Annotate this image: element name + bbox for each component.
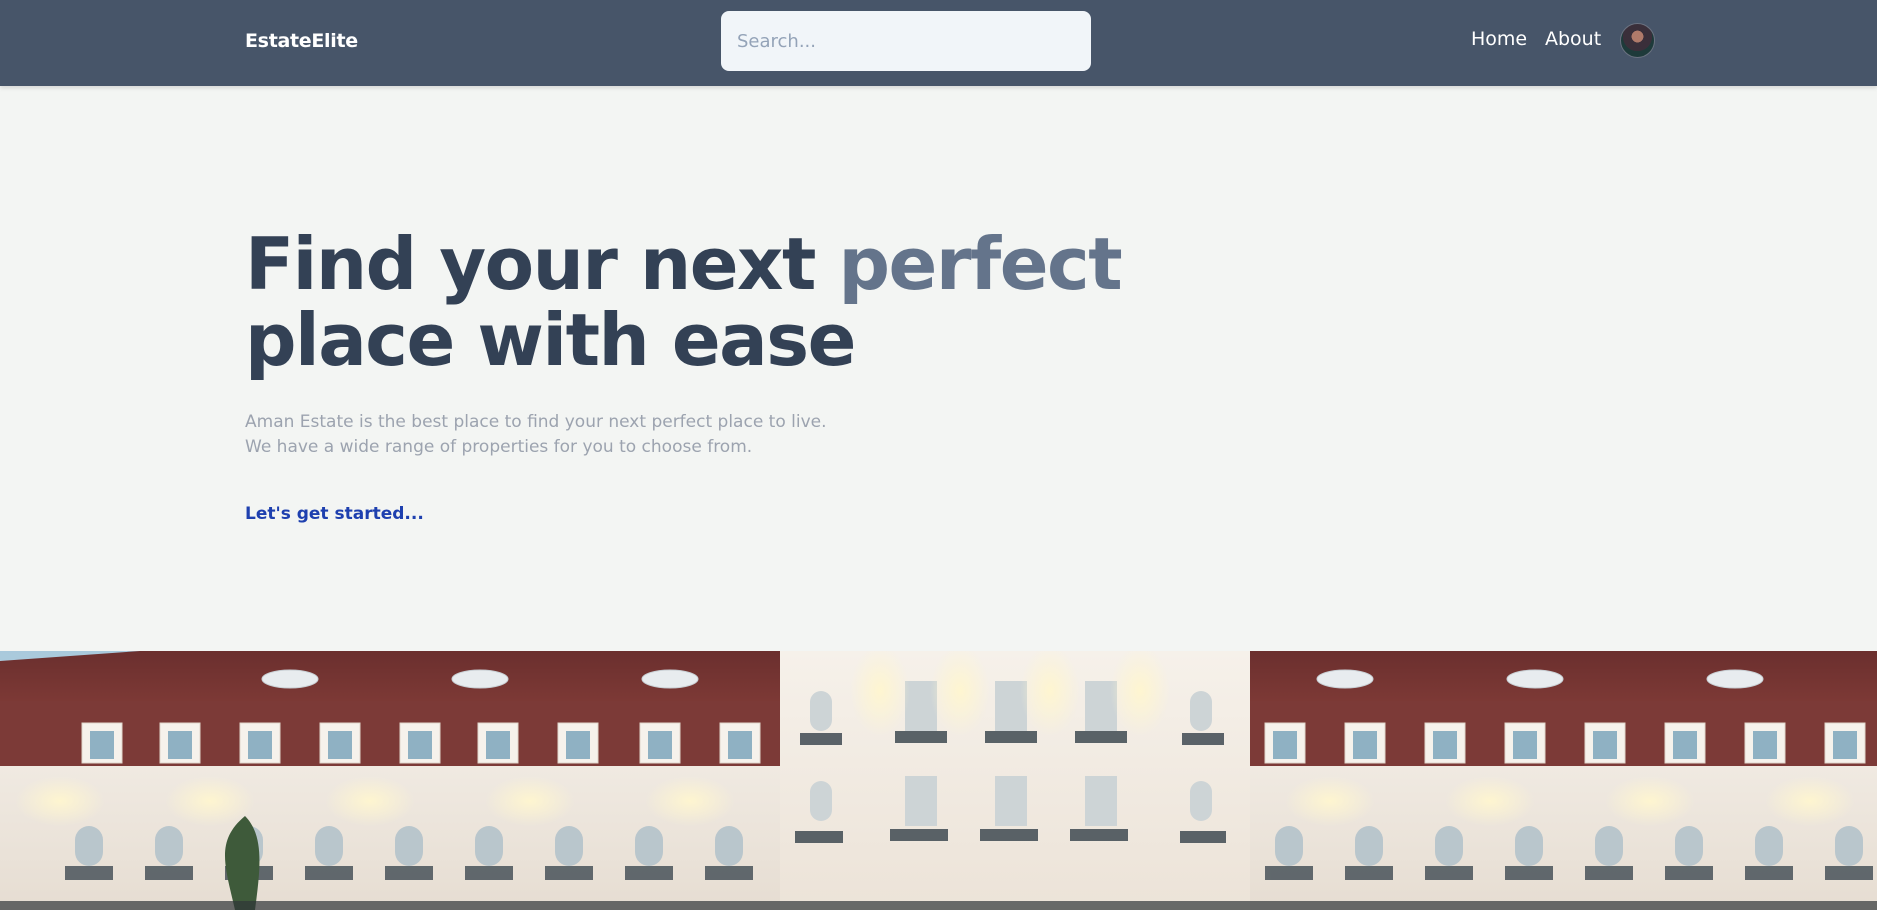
user-avatar-icon[interactable] <box>1620 23 1655 58</box>
nav-about-link[interactable]: About <box>1545 28 1601 50</box>
get-started-link[interactable]: Let's get started... <box>245 504 424 524</box>
hero-title-part1: Find your next <box>245 222 839 306</box>
logo[interactable]: EstateElite <box>245 30 358 52</box>
navbar: EstateElite Home About <box>0 0 1877 86</box>
search-box[interactable] <box>721 11 1091 71</box>
hotel-photo <box>0 651 1877 910</box>
hero-title: Find your next perfect place with ease <box>245 226 1145 378</box>
nav-home-link[interactable]: Home <box>1471 28 1527 50</box>
hero-title-accent: perfect <box>838 222 1122 306</box>
hero-subtitle: Aman Estate is the best place to find yo… <box>245 410 1145 460</box>
search-input[interactable] <box>721 11 1091 71</box>
hero-subtitle-line2: We have a wide range of properties for y… <box>245 437 753 457</box>
hero-section: Find your next perfect place with ease A… <box>245 226 1145 524</box>
hero-title-part2: place with ease <box>245 298 856 382</box>
hero-subtitle-line1: Aman Estate is the best place to find yo… <box>245 412 827 432</box>
